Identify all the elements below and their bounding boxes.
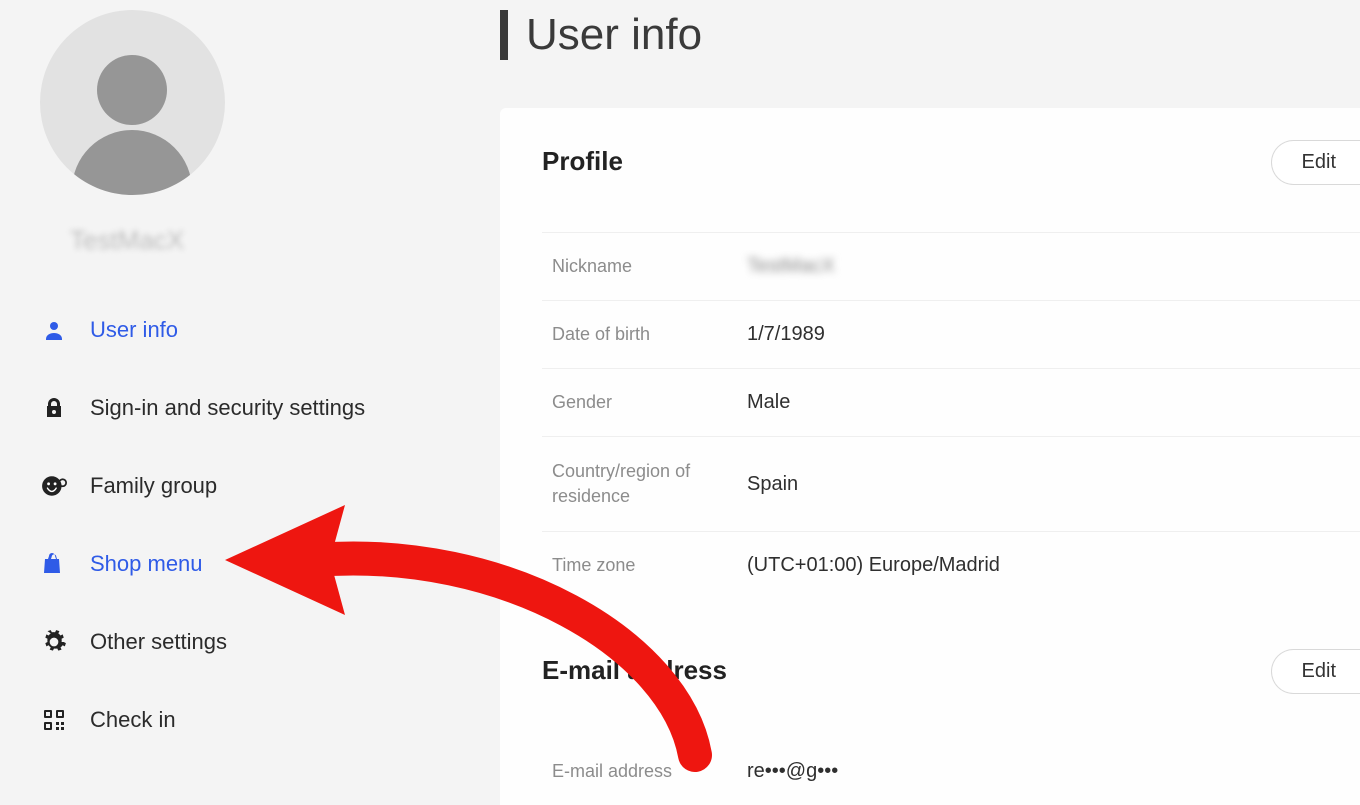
sidebar-item-label: Sign-in and security settings xyxy=(90,395,365,421)
family-icon xyxy=(40,472,68,500)
qr-icon xyxy=(40,706,68,734)
field-label: Time zone xyxy=(552,555,747,576)
field-nickname[interactable]: Nickname TestMacX xyxy=(542,232,1360,301)
sidebar-item-other-settings[interactable]: Other settings xyxy=(40,628,460,656)
email-fields: E-mail address re•••@g••• xyxy=(542,738,1360,805)
field-label: Country/region of residence xyxy=(552,459,747,509)
edit-email-button[interactable]: Edit xyxy=(1271,649,1360,694)
field-timezone[interactable]: Time zone (UTC+01:00) Europe/Madrid xyxy=(542,532,1360,599)
email-section: E-mail address Edit E-mail address re•••… xyxy=(542,655,1360,805)
sidebar-nav: User info Sign-in and security settings … xyxy=(40,316,460,734)
sidebar-item-check-in[interactable]: Check in xyxy=(40,706,460,734)
content-card: Profile Edit Nickname TestMacX Date of b… xyxy=(500,108,1360,805)
sidebar-username: TestMacX xyxy=(70,225,184,256)
sidebar-item-label: Check in xyxy=(90,707,176,733)
field-value: Spain xyxy=(747,473,798,496)
page-title: User info xyxy=(526,10,702,60)
sidebar-item-label: Shop menu xyxy=(90,551,203,577)
person-icon xyxy=(40,316,68,344)
field-value: (UTC+01:00) Europe/Madrid xyxy=(747,554,1000,577)
page-title-accent xyxy=(500,10,508,60)
sidebar-item-shop-menu[interactable]: Shop menu xyxy=(40,550,460,578)
field-value: re•••@g••• xyxy=(747,760,838,783)
profile-section-header: Profile Edit xyxy=(542,146,1360,177)
shopping-bag-icon xyxy=(40,550,68,578)
sidebar-item-label: User info xyxy=(90,317,178,343)
lock-icon xyxy=(40,394,68,422)
field-value: Male xyxy=(747,391,790,414)
sidebar-item-family-group[interactable]: Family group xyxy=(40,472,460,500)
field-value: 1/7/1989 xyxy=(747,323,825,346)
field-label: Nickname xyxy=(552,256,747,277)
field-label: Gender xyxy=(552,392,747,413)
gear-icon xyxy=(40,628,68,656)
edit-profile-button[interactable]: Edit xyxy=(1271,140,1360,185)
email-section-header: E-mail address Edit xyxy=(542,655,1360,686)
field-value: TestMacX xyxy=(747,255,835,278)
sidebar-item-label: Family group xyxy=(90,473,217,499)
field-country[interactable]: Country/region of residence Spain xyxy=(542,437,1360,532)
field-date-of-birth[interactable]: Date of birth 1/7/1989 xyxy=(542,301,1360,369)
profile-fields: Nickname TestMacX Date of birth 1/7/1989… xyxy=(542,232,1360,599)
field-email[interactable]: E-mail address re•••@g••• xyxy=(542,738,1360,805)
page-title-wrap: User info xyxy=(500,10,1360,60)
field-label: Date of birth xyxy=(552,324,747,345)
profile-section-title: Profile xyxy=(542,146,623,177)
sidebar-item-label: Other settings xyxy=(90,629,227,655)
sidebar-item-user-info[interactable]: User info xyxy=(40,316,460,344)
sidebar-item-security[interactable]: Sign-in and security settings xyxy=(40,394,460,422)
avatar-block: TestMacX xyxy=(40,10,460,256)
sidebar: TestMacX User info Sign-in and security … xyxy=(0,0,500,765)
main-content: User info Profile Edit Nickname TestMacX… xyxy=(500,0,1360,765)
field-gender[interactable]: Gender Male xyxy=(542,369,1360,437)
email-section-title: E-mail address xyxy=(542,655,727,686)
avatar[interactable] xyxy=(40,10,225,195)
